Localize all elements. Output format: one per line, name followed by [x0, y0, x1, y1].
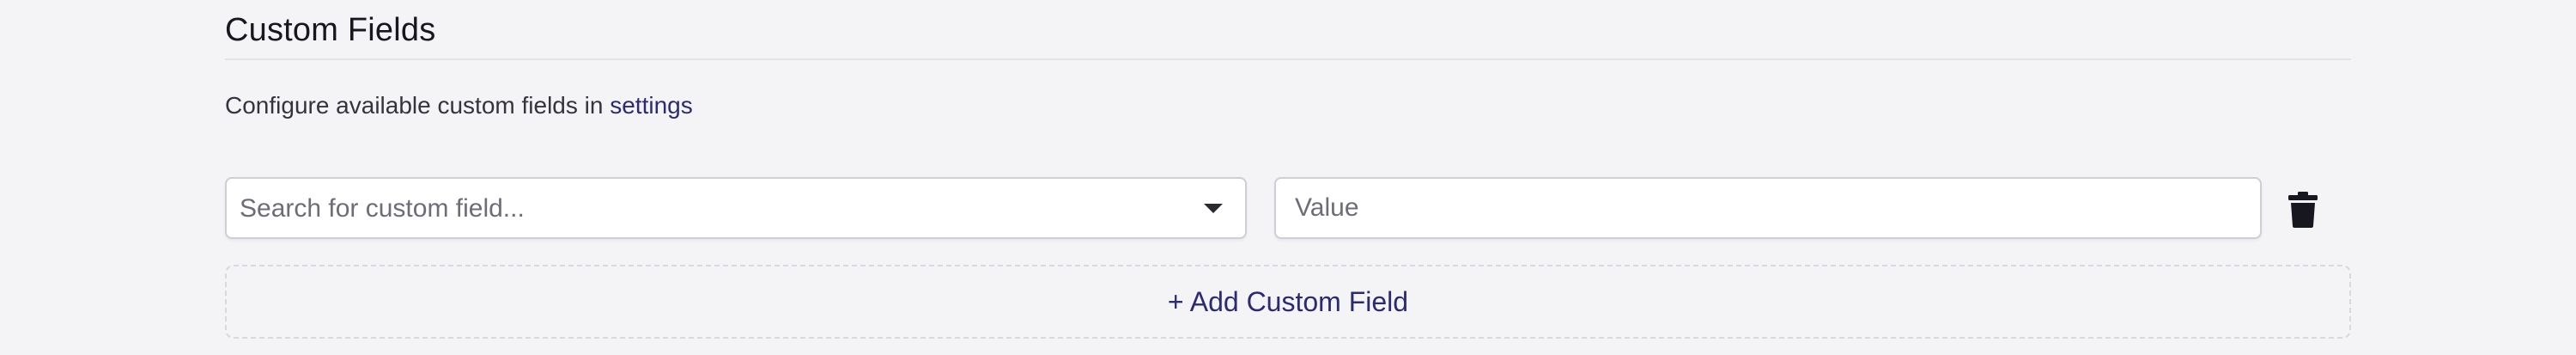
- settings-link[interactable]: settings: [610, 92, 693, 119]
- value-input[interactable]: [1274, 177, 2262, 239]
- description-text: Configure available custom fields in: [225, 92, 604, 119]
- section-divider: [225, 58, 2351, 60]
- custom-fields-section: Custom Fields Configure available custom…: [225, 0, 2351, 355]
- custom-field-row: Search for custom field...: [225, 177, 2351, 239]
- trash-icon: [2288, 192, 2318, 228]
- custom-field-select-placeholder: Search for custom field...: [240, 194, 525, 223]
- section-description: Configure available custom fields in set…: [225, 89, 693, 123]
- custom-field-select[interactable]: Search for custom field...: [225, 177, 1247, 239]
- caret-down-icon[interactable]: [1204, 204, 1223, 213]
- section-title: Custom Fields: [225, 12, 436, 48]
- add-custom-field-button[interactable]: + Add Custom Field: [225, 265, 2351, 339]
- delete-field-button[interactable]: [2279, 186, 2327, 234]
